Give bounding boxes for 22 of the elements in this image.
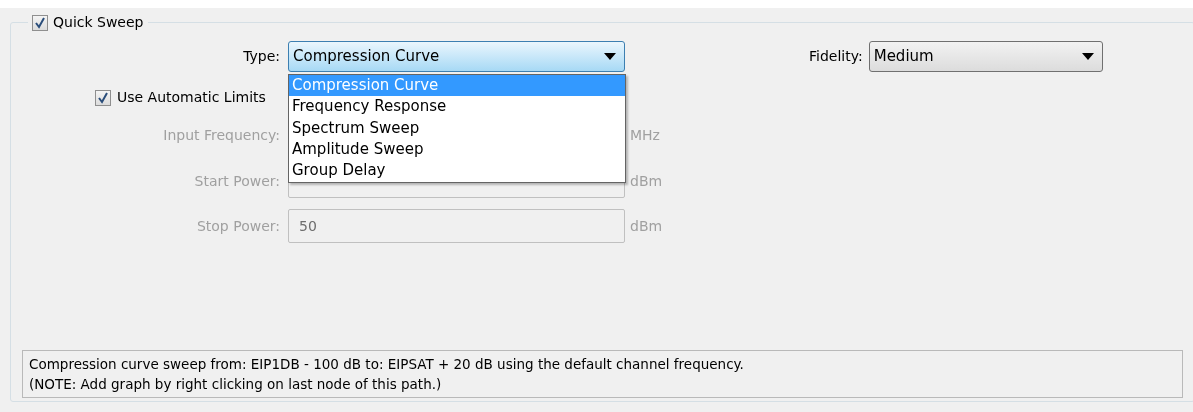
unit-label: MHz (629, 126, 660, 145)
dropdown-arrow-icon (1081, 53, 1094, 60)
field-label: Input Frequency: (162, 126, 281, 145)
unit-label: dBm (629, 216, 663, 236)
field-label: Stop Power: (195, 216, 281, 236)
fidelity-dropdown[interactable]: Medium (868, 41, 1103, 72)
checkbox[interactable] (95, 89, 111, 106)
dropdown-arrow-icon (604, 53, 616, 60)
field-label: Fidelity: (809, 47, 864, 66)
description-text: Compression curve sweep from: EIP1DB - 100 dB to: EIPSAT + 20 dB using the default channel frequency. (29, 355, 745, 374)
dropdown-option[interactable]: Frequency Response (289, 96, 625, 118)
description-text: (NOTE: Add graph by right clicking on last node of this path.) (29, 375, 443, 394)
dropdown-option[interactable]: Group Delay (289, 160, 625, 182)
type-dropdown[interactable]: Compression Curve (288, 41, 625, 72)
checkbox-label: Quick Sweep (53, 13, 144, 32)
checkbox-label: Use Automatic Limits (117, 88, 266, 107)
field-label: Type: (242, 47, 281, 66)
dropdown-option[interactable]: Amplitude Sweep (289, 138, 625, 161)
field-label: Start Power: (193, 171, 281, 191)
checkbox[interactable] (32, 14, 48, 31)
unit-label: dBm (629, 171, 663, 191)
dropdown-option[interactable]: Spectrum Sweep (289, 117, 625, 139)
